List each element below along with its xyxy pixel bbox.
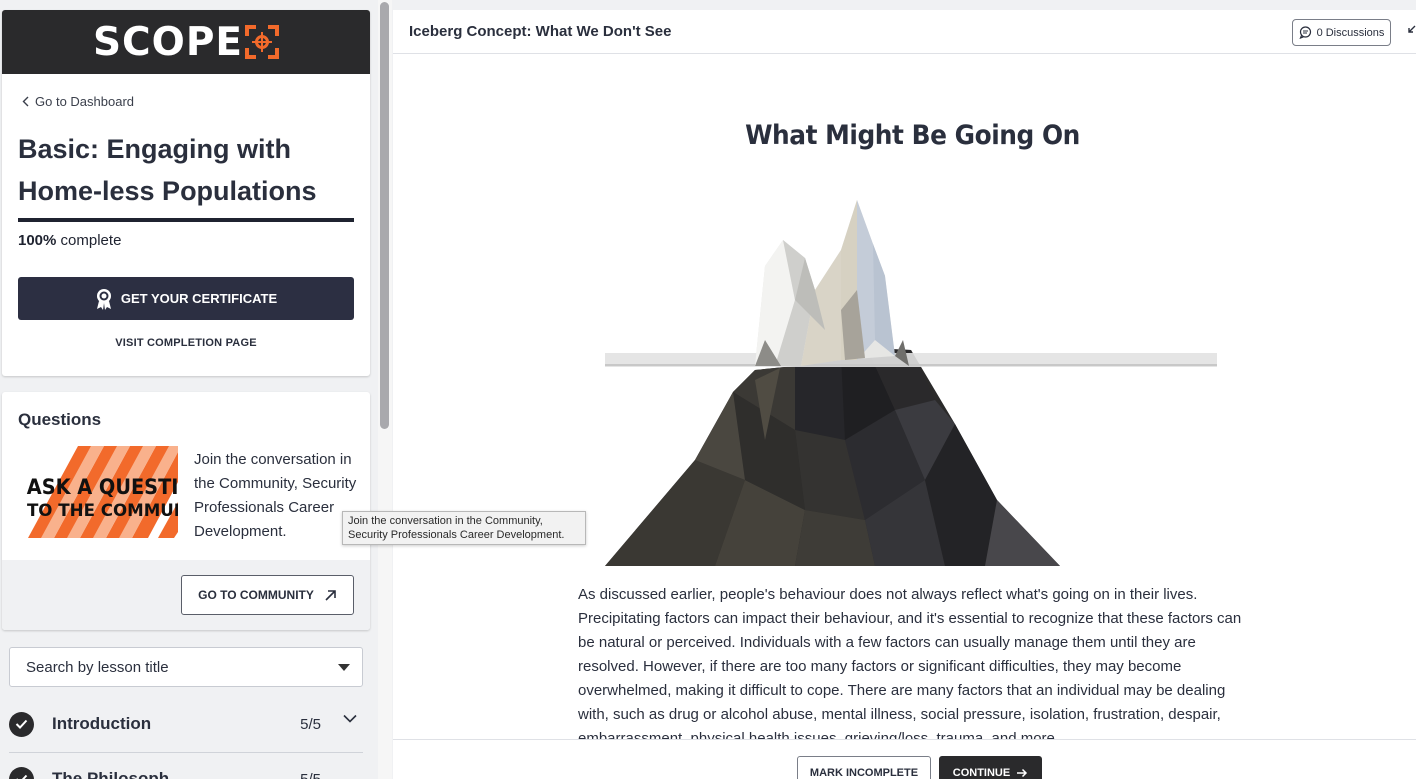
lesson-footer: MARK INCOMPLETE CONTINUE (393, 739, 1416, 779)
mark-incomplete-button[interactable]: MARK INCOMPLETE (797, 756, 931, 779)
visit-completion-page-link[interactable]: VISIT COMPLETION PAGE (2, 337, 370, 349)
scrollbar-thumb[interactable] (380, 2, 389, 429)
community-label: GO TO COMMUNITY (198, 588, 314, 602)
discussions-label: 0 Discussions (1316, 26, 1385, 39)
external-arrow-icon (325, 589, 336, 601)
crosshair-logo-icon (245, 25, 280, 59)
check-circle-icon (9, 711, 34, 737)
lesson-search-select[interactable]: Search by lesson title (9, 647, 363, 687)
progress-percent: 100% (18, 232, 57, 249)
continue-button[interactable]: CONTINUE (939, 756, 1042, 779)
speech-bubble-icon (1299, 26, 1311, 39)
progress-suffix: complete (60, 232, 122, 249)
discussions-button[interactable]: 0 Discussions (1292, 19, 1391, 46)
continue-label: CONTINUE (952, 767, 1011, 779)
lesson-item[interactable]: Introduction 5/5 (9, 698, 363, 750)
back-to-dashboard-link[interactable]: Go to Dashboard (22, 94, 134, 109)
lesson-count: 5/5 (300, 715, 321, 733)
check-circle-icon (9, 766, 34, 779)
lesson-item[interactable]: The Philosoph 5/5 (9, 753, 363, 779)
get-certificate-button[interactable]: GET YOUR CERTIFICATE (18, 277, 354, 320)
certificate-label: GET YOUR CERTIFICATE (120, 291, 278, 306)
scope-logo: SCOPE (92, 19, 244, 65)
sidebar: SCOPE Go to Dashboard Basic: Engaging wi… (0, 0, 378, 779)
ask-line1: ASK A QUESTION (27, 474, 178, 499)
course-card: SCOPE Go to Dashboard Basic: Engaging wi… (2, 10, 370, 376)
iceberg-graphic (605, 200, 1217, 566)
lesson-content: Iceberg Concept: What We Don't See 0 Dis… (393, 10, 1416, 779)
lesson-title: Iceberg Concept: What We Don't See (409, 23, 672, 40)
progress-fill (18, 218, 354, 222)
go-to-community-button[interactable]: GO TO COMMUNITY (181, 575, 354, 615)
back-label: Go to Dashboard (35, 94, 135, 109)
progress-bar (18, 218, 354, 222)
iceberg-illustration (605, 180, 1219, 570)
questions-card: Questions ASK A QUESTI TO THE COMMU Join… (2, 392, 370, 630)
ask-community-image[interactable]: ASK A QUESTION TO THE COMMUNITY (24, 446, 178, 538)
questions-text: Join the conversation in the Community, … (194, 451, 357, 540)
logo-bar: SCOPE (2, 10, 370, 74)
ask-community-graphic: ASK A QUESTION TO THE COMMUNITY (24, 446, 178, 538)
award-ribbon-icon (96, 288, 111, 310)
arrow-right-icon (1017, 768, 1028, 778)
slide-heading: What Might Be Going On (745, 120, 1080, 151)
sidebar-scrollbar[interactable] (378, 0, 392, 779)
lesson-body-text: As discussed earlier, people's behaviour… (578, 586, 1242, 739)
tooltip: Join the conversation in the Community, … (342, 511, 586, 545)
lesson-label: The Philosoph (52, 769, 170, 779)
progress-text: 100% complete (18, 232, 121, 249)
ask-line2: TO THE COMMUNITY (27, 500, 178, 520)
chevron-down-icon[interactable] (343, 714, 357, 723)
collapse-icon[interactable] (1407, 24, 1416, 38)
lesson-topbar: Iceberg Concept: What We Don't See 0 Dis… (393, 10, 1416, 54)
app-window: SCOPE Go to Dashboard Basic: Engaging wi… (0, 0, 1416, 779)
search-placeholder: Search by lesson title (26, 658, 169, 676)
chevron-left-icon (22, 96, 29, 107)
lesson-label: Introduction (52, 714, 152, 733)
dropdown-caret-icon (338, 664, 350, 671)
lesson-count: 5/5 (300, 770, 321, 779)
course-title: Basic: Engaging with Home-less Populatio… (18, 134, 317, 206)
questions-heading: Questions (18, 410, 102, 429)
